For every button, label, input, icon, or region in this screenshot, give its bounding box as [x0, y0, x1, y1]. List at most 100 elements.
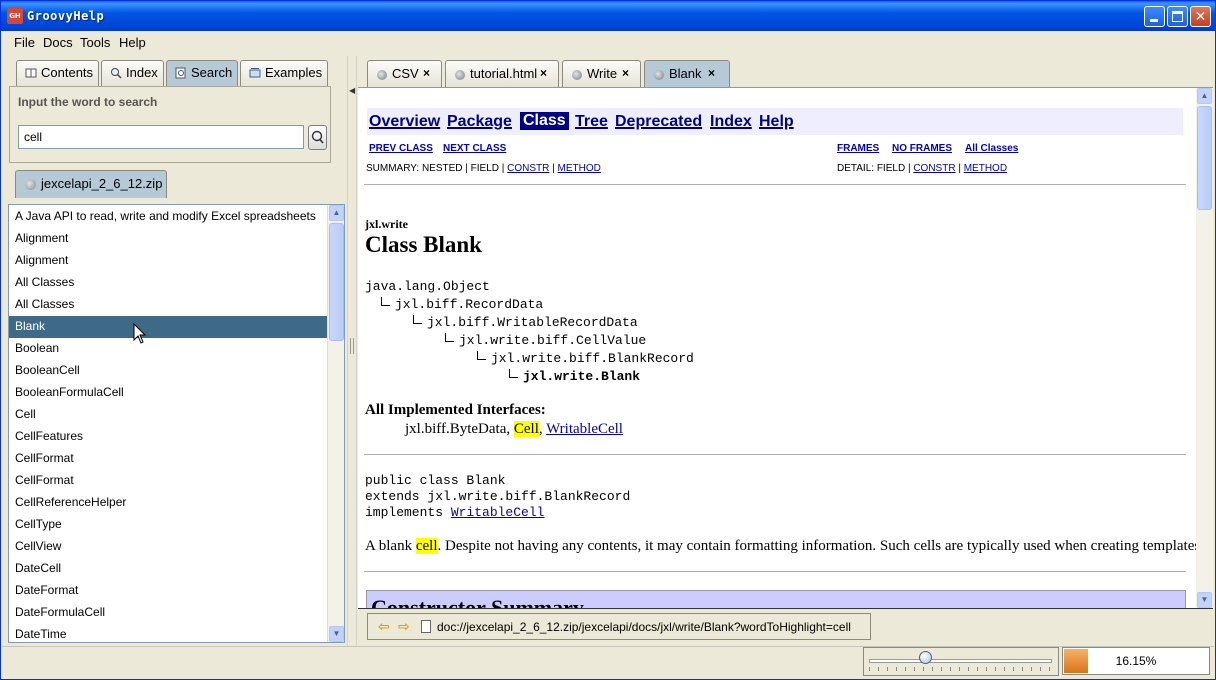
summary-method-link[interactable]: METHOD — [558, 163, 601, 174]
close-tab-icon[interactable]: × — [423, 66, 430, 80]
app-icon: GH — [7, 8, 23, 24]
search-result-item[interactable]: CellReferenceHelper — [9, 492, 329, 514]
search-result-item[interactable]: CellType — [9, 514, 329, 536]
pane-splitter[interactable]: ◀ — [347, 56, 357, 646]
address-url[interactable]: doc://jexcelapi_2_6_12.zip/jexcelapi/doc… — [437, 620, 851, 634]
document-view[interactable]: Overview Package Class Tree Deprecated I… — [358, 87, 1213, 609]
doc-tab-icon — [377, 70, 387, 80]
hierarchy-item-label: jxl.write.Blank — [523, 369, 641, 384]
minimize-icon — [1150, 19, 1158, 22]
detail-method-link[interactable]: METHOD — [964, 163, 1007, 174]
zoom-slider[interactable] — [863, 647, 1059, 676]
search-result-item[interactable]: DateFormulaCell — [9, 602, 329, 624]
hierarchy-item: jxl.biff.WritableRecordData — [413, 315, 638, 330]
search-results-list[interactable]: A Java API to read, write and modify Exc… — [8, 204, 345, 643]
search-result-item[interactable]: DateFormat — [9, 580, 329, 602]
divider — [364, 454, 1186, 455]
results-scrollbar[interactable]: ▲ ▼ — [327, 205, 344, 642]
document-scrollbar[interactable]: ▲ ▼ — [1196, 88, 1213, 608]
search-button[interactable] — [308, 125, 327, 150]
close-button[interactable]: ✕ — [1190, 6, 1211, 27]
results-scroll-thumb[interactable] — [329, 223, 344, 341]
search-result-item[interactable]: Blank — [9, 316, 329, 338]
doc-tab-tutorial-label: tutorial.html — [470, 66, 538, 81]
tab-examples[interactable]: Examples — [240, 60, 328, 86]
doc-tab-csv[interactable]: CSV × — [367, 60, 442, 87]
search-result-item[interactable]: Boolean — [9, 338, 329, 360]
menu-help[interactable]: Help — [119, 35, 146, 50]
prev-class-link[interactable]: PREV CLASS — [369, 143, 433, 154]
search-result-item[interactable]: CellFormat — [9, 470, 329, 492]
next-class-link[interactable]: NEXT CLASS — [443, 143, 506, 154]
search-page-icon — [175, 67, 186, 79]
nav-overview[interactable]: Overview — [369, 113, 440, 131]
menu-tools[interactable]: Tools — [80, 35, 110, 50]
summary-prefix: SUMMARY: NESTED | FIELD | — [366, 163, 508, 174]
nav-tree[interactable]: Tree — [575, 113, 608, 131]
scroll-down-icon[interactable]: ▼ — [1197, 592, 1212, 608]
divider — [364, 571, 1186, 572]
implements-writablecell-link[interactable]: WritableCell — [451, 505, 545, 520]
hierarchy-item-current: jxl.write.Blank — [509, 369, 640, 384]
writablecell-link[interactable]: WritableCell — [546, 421, 623, 437]
doc-tab-blank[interactable]: Blank × — [644, 60, 730, 87]
all-classes-link[interactable]: All Classes — [965, 143, 1018, 154]
nav-package[interactable]: Package — [447, 113, 512, 131]
doc-tab-icon — [654, 70, 664, 80]
back-arrow-icon[interactable]: ⇦ — [378, 619, 392, 633]
tab-search[interactable]: Search — [166, 60, 238, 86]
search-result-item[interactable]: Cell — [9, 404, 329, 426]
title-bar[interactable]: GH GroovyHelp ✕ — [1, 1, 1215, 31]
splitter-grip-icon[interactable] — [350, 338, 354, 354]
close-tab-icon[interactable]: × — [540, 66, 547, 80]
nav-index[interactable]: Index — [710, 113, 752, 131]
summary-line: SUMMARY: NESTED | FIELD | CONSTR | METHO… — [366, 163, 601, 174]
search-result-item[interactable]: BooleanCell — [9, 360, 329, 382]
no-frames-link[interactable]: NO FRAMES — [892, 143, 952, 154]
document-scroll-thumb[interactable] — [1197, 106, 1212, 210]
mouse-cursor-icon — [133, 323, 147, 344]
magnifier-icon — [111, 68, 122, 79]
doc-tab-write[interactable]: Write × — [562, 60, 641, 87]
detail-constr-link[interactable]: CONSTR — [913, 163, 955, 174]
search-result-item[interactable]: All Classes — [9, 294, 329, 316]
minimize-button[interactable] — [1144, 6, 1165, 27]
slider-knob[interactable] — [919, 651, 932, 664]
search-result-item[interactable]: A Java API to read, write and modify Exc… — [9, 206, 329, 228]
tab-examples-label: Examples — [265, 65, 323, 80]
archive-icon — [25, 179, 36, 190]
nav-help[interactable]: Help — [759, 113, 794, 131]
nav-deprecated[interactable]: Deprecated — [615, 113, 702, 131]
search-result-item[interactable]: DateCell — [9, 558, 329, 580]
scroll-up-icon[interactable]: ▲ — [329, 205, 344, 221]
forward-arrow-icon[interactable]: ⇨ — [398, 619, 412, 633]
menu-docs[interactable]: Docs — [43, 35, 73, 50]
search-result-item[interactable]: CellFormat — [9, 448, 329, 470]
implemented-interfaces: jxl.biff.ByteData, Cell, WritableCell — [405, 421, 623, 438]
collapse-arrow-icon[interactable]: ◀ — [349, 86, 355, 95]
close-tab-icon[interactable]: × — [708, 66, 715, 80]
detail-line: DETAIL: FIELD | CONSTR | METHOD — [837, 163, 1007, 174]
search-result-item[interactable]: Alignment — [9, 228, 329, 250]
search-result-item[interactable]: BooleanFormulaCell — [9, 382, 329, 404]
search-icon — [311, 130, 324, 144]
summary-constr-link[interactable]: CONSTR — [507, 163, 549, 174]
tab-index[interactable]: Index — [101, 60, 164, 86]
close-tab-icon[interactable]: × — [622, 66, 629, 80]
search-result-item[interactable]: All Classes — [9, 272, 329, 294]
menu-file[interactable]: File — [14, 35, 35, 50]
tab-contents[interactable]: Contents — [16, 60, 99, 86]
frames-link[interactable]: FRAMES — [837, 143, 879, 154]
search-result-item[interactable]: CellFeatures — [9, 426, 329, 448]
maximize-button[interactable] — [1167, 6, 1188, 27]
doc-tab-tutorial[interactable]: tutorial.html × — [445, 60, 559, 87]
search-result-item[interactable]: DateTime — [9, 624, 329, 642]
maximize-icon — [1172, 11, 1183, 22]
scroll-up-icon[interactable]: ▲ — [1197, 88, 1212, 104]
search-result-item[interactable]: CellView — [9, 536, 329, 558]
search-input[interactable] — [18, 125, 304, 149]
class-implements: implements WritableCell — [365, 505, 544, 520]
scroll-down-icon[interactable]: ▼ — [329, 626, 344, 642]
search-result-item[interactable]: Alignment — [9, 250, 329, 272]
archive-tab[interactable]: jexcelapi_2_6_12.zip — [15, 170, 167, 198]
